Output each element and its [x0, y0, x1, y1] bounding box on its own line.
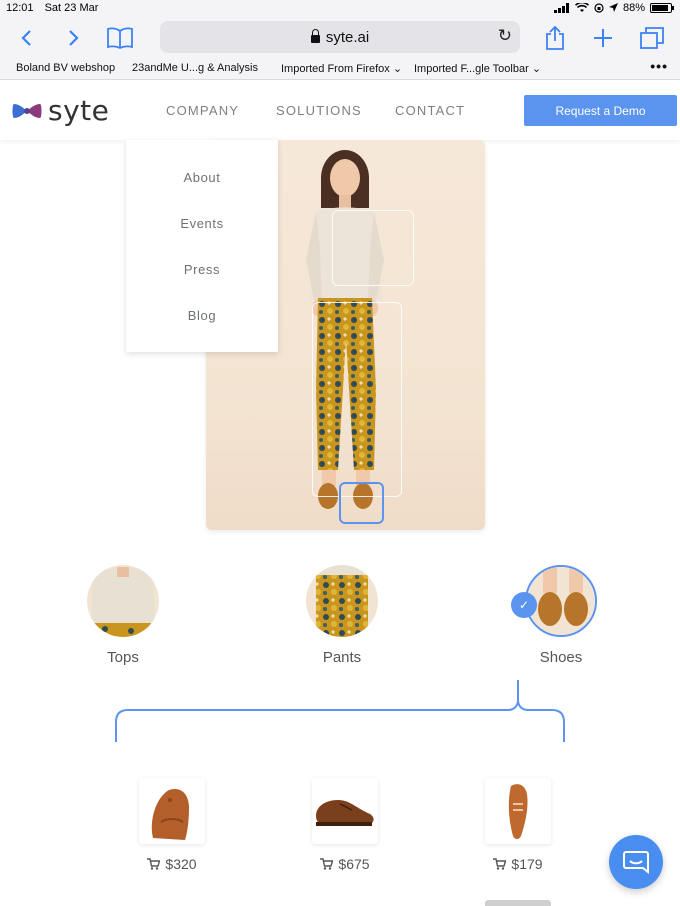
chevron-down-icon: ⌄ — [531, 63, 542, 75]
chat-button[interactable] — [609, 835, 663, 889]
cart-icon — [147, 858, 161, 870]
category-pants[interactable]: Pants — [305, 565, 379, 666]
back-icon — [21, 30, 31, 46]
menu-item-press[interactable]: Press — [126, 262, 278, 277]
tabs-button[interactable] — [638, 24, 666, 52]
share-button[interactable] — [541, 24, 569, 52]
status-time: 12:01 — [6, 2, 34, 14]
product-card[interactable]: $675 — [311, 778, 379, 872]
chevron-down-icon: ⌄ — [392, 63, 403, 75]
more-icon[interactable]: ••• — [650, 58, 668, 74]
new-tab-button[interactable] — [589, 24, 617, 52]
product-price: $320 — [165, 856, 197, 872]
reload-icon[interactable]: ↻ — [498, 26, 512, 46]
detection-box-pants[interactable] — [312, 302, 402, 497]
address-bar[interactable]: syte.ai ↻ — [160, 21, 520, 53]
share-icon — [546, 26, 564, 50]
detection-box-top[interactable] — [332, 210, 414, 286]
nav-contact[interactable]: CONTACT — [395, 103, 465, 118]
bookmark-folder[interactable]: Imported From Firefox ⌄ — [281, 62, 402, 75]
browser-toolbar: syte.ai ↻ — [0, 18, 680, 58]
logo-text: syte — [48, 94, 110, 127]
company-dropdown: About Events Press Blog — [126, 140, 278, 352]
category-label: Pants — [322, 649, 362, 666]
url-text: syte.ai — [325, 28, 370, 46]
orientation-lock-icon — [594, 3, 604, 13]
bookmark-folder[interactable]: Imported F...gle Toolbar ⌄ — [414, 62, 541, 75]
menu-item-events[interactable]: Events — [126, 216, 278, 231]
product-card[interactable]: $179 — [484, 778, 552, 872]
status-bar: 12:01 Sat 23 Mar 88% — [0, 0, 680, 18]
bookmark-folder-label: Imported F...gle Toolbar — [414, 63, 529, 75]
menu-item-about[interactable]: About — [126, 170, 278, 185]
category-label: Tops — [107, 649, 139, 666]
check-icon: ✓ — [511, 592, 537, 618]
bookmarks-bar: Boland BV webshop 23andMe U...g & Analys… — [0, 58, 680, 80]
tabs-icon — [640, 27, 664, 49]
nav-solutions[interactable]: SOLUTIONS — [276, 103, 362, 118]
detection-box-shoes[interactable] — [339, 482, 384, 524]
battery-icon — [650, 3, 674, 13]
battery-percent: 88% — [622, 2, 645, 14]
nav-company[interactable]: COMPANY — [166, 103, 239, 118]
forward-button[interactable] — [60, 24, 88, 52]
product-thumb — [139, 778, 205, 844]
category-shoes[interactable]: Shoes — [524, 565, 598, 666]
product-thumb — [312, 778, 378, 844]
bookmarks-button[interactable] — [106, 24, 134, 52]
request-demo-button[interactable]: Request a Demo — [524, 95, 677, 126]
lock-icon — [310, 29, 320, 43]
category-thumb — [87, 565, 159, 637]
signal-icon — [553, 3, 569, 13]
forward-icon — [69, 30, 79, 46]
chat-icon — [623, 851, 649, 874]
product-thumb — [485, 778, 551, 844]
bookmark-folder-label: Imported From Firefox — [281, 63, 390, 75]
status-date: Sat 23 Mar — [44, 2, 99, 14]
back-button[interactable] — [12, 24, 40, 52]
site-header: syte COMPANY SOLUTIONS CONTACT Request a… — [0, 82, 680, 140]
cart-icon — [493, 858, 507, 870]
category-label: Shoes — [539, 649, 583, 666]
wifi-icon — [574, 3, 589, 12]
cart-icon — [320, 858, 334, 870]
syte-logo[interactable]: syte — [12, 94, 109, 127]
bookmarks-icon — [107, 27, 133, 49]
product-price: $675 — [338, 856, 370, 872]
scroll-indicator — [485, 900, 551, 906]
bookmark-item[interactable]: 23andMe U...g & Analysis — [132, 62, 258, 74]
product-price: $179 — [511, 856, 543, 872]
menu-item-blog[interactable]: Blog — [126, 308, 278, 323]
bookmark-item[interactable]: Boland BV webshop — [16, 62, 115, 74]
category-thumb — [306, 565, 378, 637]
results-bracket — [115, 680, 565, 742]
new-tab-icon — [594, 29, 612, 47]
product-card[interactable]: $320 — [138, 778, 206, 872]
category-tops[interactable]: Tops — [86, 565, 160, 666]
logo-mark-icon — [12, 103, 42, 118]
location-icon — [608, 3, 618, 12]
